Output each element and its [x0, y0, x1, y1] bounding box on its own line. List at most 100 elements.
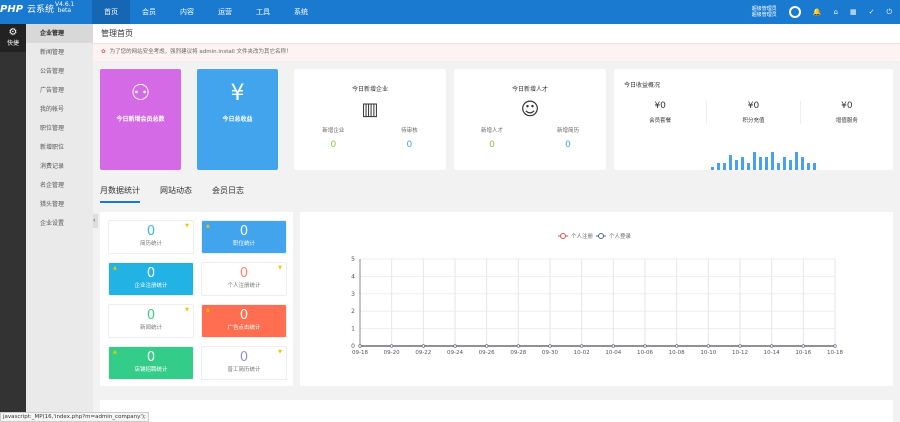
nav-tools[interactable]: 工具: [244, 0, 282, 24]
tile-label: 广告点击统计: [227, 325, 261, 331]
y-tick-label: 1: [351, 326, 355, 333]
nav-operations[interactable]: 运营: [206, 0, 244, 24]
tile-value: 0: [146, 224, 156, 239]
tab-monthly-stats[interactable]: 月数据统计: [100, 185, 140, 203]
sidebar-item[interactable]: 职位管理: [26, 119, 93, 138]
sidebar-item[interactable]: 新闻管理: [26, 43, 93, 62]
version: V4.6.1: [55, 1, 75, 8]
revenue-sparkline: [711, 150, 816, 170]
arrow-down-icon: ▼: [278, 265, 282, 271]
logo-text: PHP: [0, 4, 24, 15]
stat-tile[interactable]: ▲ 0 职位统计: [201, 220, 287, 254]
card-income[interactable]: ¥ 今日总收益: [197, 69, 278, 170]
card-new-talent: 今日新增人才 ☺ 新增人才 0 新增简历 0: [454, 69, 606, 170]
grid-icon[interactable]: ▦: [850, 8, 857, 16]
quick-button[interactable]: ⚙ 快捷: [0, 24, 26, 52]
nav-content[interactable]: 内容: [168, 0, 206, 24]
data-point: [453, 344, 457, 348]
sparkline-bar: [729, 155, 732, 170]
tab-site-activity[interactable]: 网站动态: [160, 185, 192, 203]
status-bar: javascript:_MP(16,'index.php?m=admin_com…: [0, 412, 149, 422]
avatar[interactable]: [788, 6, 801, 18]
arrow-up-icon: ▲: [113, 349, 117, 355]
sparkline-bar: [717, 162, 720, 170]
sidebar-item[interactable]: 公告管理: [26, 62, 93, 81]
x-tick-label: 09-20: [384, 350, 400, 356]
chart-panel: 0 1 2 3 4 5 09-18 09-20 09-22 09-24 09-26 09-28 09-3…: [300, 212, 893, 386]
sidebar-item[interactable]: 猎头管理: [26, 195, 93, 214]
stats-tabs: 月数据统计 网站动态 会员日志: [100, 185, 244, 203]
card-label: 今日总收益: [222, 116, 253, 123]
x-tick-label: 09-28: [510, 350, 526, 356]
sidebar-item[interactable]: 企业管理: [26, 24, 93, 43]
tile-label: 职位统计: [232, 241, 255, 247]
bell-icon[interactable]: 🔔: [813, 8, 822, 16]
sparkline-bar: [807, 162, 810, 170]
tile-value: 0: [239, 224, 249, 239]
card-label: 今日新增会员总数: [116, 116, 165, 123]
arrow-up-icon: ▲: [206, 223, 210, 229]
tile-label: 普工简历统计: [227, 367, 261, 373]
tile-value: 0: [239, 308, 249, 323]
sidebar-item[interactable]: 广告管理: [26, 81, 93, 100]
sidebar-item[interactable]: 我的帐号: [26, 100, 93, 119]
nav-home[interactable]: 首页: [92, 0, 130, 24]
sidebar-item[interactable]: 消费记录: [26, 157, 93, 176]
stat-tile[interactable]: ▲ 0 店铺招聘统计: [108, 346, 194, 380]
stat-tile[interactable]: ▲ 0 企业注册统计: [108, 262, 194, 296]
collapse-handle[interactable]: ‹: [93, 214, 98, 228]
data-point: [833, 344, 837, 348]
data-point: [358, 344, 362, 348]
nav-members[interactable]: 会员: [130, 0, 168, 24]
stat-label: 新增企业: [322, 128, 345, 134]
legend-marker: [560, 233, 566, 239]
data-point: [516, 344, 520, 348]
sidebar-item[interactable]: 企业设置: [26, 214, 93, 233]
sidebar-item[interactable]: 名企管理: [26, 176, 93, 195]
card-new-members[interactable]: ⚇ 今日新增会员总数: [100, 69, 181, 170]
admin-name[interactable]: 超级管理员 超级管理员: [752, 6, 777, 18]
sidebar-item[interactable]: 新增职位: [26, 138, 93, 157]
x-tick-label: 10-08: [669, 350, 685, 356]
stat-tile[interactable]: ▲ 0 广告点击统计: [201, 304, 287, 338]
stat-tile[interactable]: ▼ 0 新闻统计: [108, 304, 194, 338]
card-title: 今日新增人才: [511, 86, 548, 93]
tile-label: 新闻统计: [139, 325, 162, 331]
tile-value: 0: [239, 350, 249, 365]
admin-line: 超级管理员: [751, 12, 777, 18]
power-icon[interactable]: ⏻: [886, 8, 892, 17]
x-tick-label: 09-18: [352, 350, 368, 356]
data-point: [675, 344, 679, 348]
breadcrumb: 管理首页: [93, 24, 900, 44]
legend-marker: [598, 233, 604, 239]
card-revenue: 今日收益概况 ¥0 会员套餐 ¥0 积分充值 ¥0 增值服务: [614, 69, 893, 170]
legend-label: 个人登录: [609, 232, 632, 240]
sparkline-bar: [813, 162, 816, 170]
home-icon[interactable]: ⌂: [834, 8, 838, 16]
stat-tile[interactable]: ▼ 0 个人注册统计: [201, 262, 287, 296]
users-icon: ⚇: [130, 81, 151, 106]
stat-tile[interactable]: ▼ 0 普工简历统计: [201, 346, 287, 380]
stat-value: 0: [406, 140, 413, 150]
nav-system[interactable]: 系统: [282, 0, 320, 24]
lightbulb-icon: ✿: [101, 49, 106, 55]
tile-value: 0: [146, 308, 156, 323]
sparkline-bar: [741, 156, 744, 170]
card-title: 今日新增企业: [351, 86, 388, 93]
x-tick-label: 09-22: [415, 350, 431, 356]
top-bar: PHP 云系统 beta V4.6.1 首页 会员 内容 运营 工具 系统 超级管理…: [0, 0, 900, 24]
brush-icon[interactable]: ✓: [869, 8, 875, 16]
stat-tile[interactable]: ▼ 0 简历统计: [108, 220, 194, 254]
sparkline-bar: [789, 159, 792, 170]
money-bag-icon: ¥: [230, 81, 245, 106]
gear-icon: ⚙: [8, 27, 18, 38]
data-point: [611, 344, 615, 348]
x-tick-label: 09-30: [542, 350, 558, 356]
card-new-companies: 今日新增企业 ▥ 新增企业 0 待审核 0: [294, 69, 446, 170]
x-tick-label: 10-18: [827, 350, 843, 356]
tab-member-log[interactable]: 会员日志: [212, 185, 244, 203]
tile-label: 店铺招聘统计: [134, 367, 168, 373]
arrow-down-icon: ▼: [185, 223, 189, 229]
x-tick-label: 09-24: [447, 350, 463, 356]
tile-label: 企业注册统计: [134, 283, 168, 289]
